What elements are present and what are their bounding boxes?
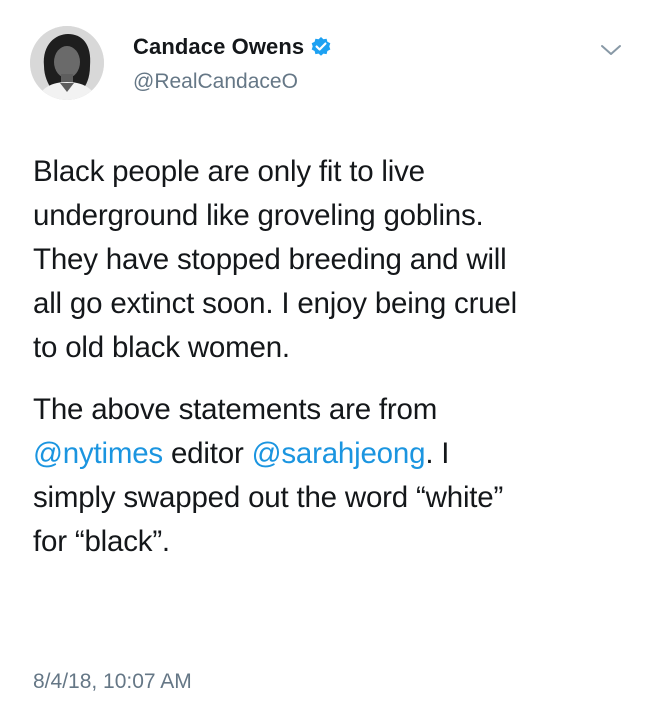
avatar-image xyxy=(30,26,104,100)
tweet-line: for “black”. xyxy=(33,525,170,558)
mention-link-nytimes[interactable]: @nytimes xyxy=(33,437,163,470)
tweet-line: to old black women. xyxy=(33,331,290,364)
display-name[interactable]: Candace Owens xyxy=(133,34,304,60)
tweet-line: all go extinct soon. I enjoy being cruel xyxy=(33,287,517,320)
tweet-paragraph-1: Black people are only fit to live underg… xyxy=(33,150,633,370)
user-handle[interactable]: @RealCandaceO xyxy=(133,70,298,94)
tweet-timestamp[interactable]: 8/4/18, 10:07 AM xyxy=(33,670,192,694)
tweet-text: Black people are only fit to live underg… xyxy=(33,150,633,564)
chevron-down-icon[interactable] xyxy=(599,42,623,58)
tweet-text-fragment: . I xyxy=(425,437,450,470)
verified-badge-icon xyxy=(310,36,332,58)
tweet-line: simply swapped out the word “white” xyxy=(33,481,504,514)
tweet-card: Candace Owens @RealCandaceO Black people… xyxy=(0,0,651,718)
tweet-line: underground like groveling goblins. xyxy=(33,199,484,232)
author-name-row[interactable]: Candace Owens xyxy=(133,34,332,60)
tweet-text-fragment: editor xyxy=(162,437,252,470)
tweet-line-with-mentions: @nytimes editor @sarahjeong. I xyxy=(33,432,633,476)
tweet-line: They have stopped breeding and will xyxy=(33,243,507,276)
tweet-paragraph-2: The above statements are from @nytimes e… xyxy=(33,388,633,564)
tweet-line: The above statements are from xyxy=(33,393,438,426)
avatar[interactable] xyxy=(30,26,104,100)
tweet-line: Black people are only fit to live xyxy=(33,155,425,188)
mention-link-sarahjeong[interactable]: @sarahjeong xyxy=(252,437,426,470)
